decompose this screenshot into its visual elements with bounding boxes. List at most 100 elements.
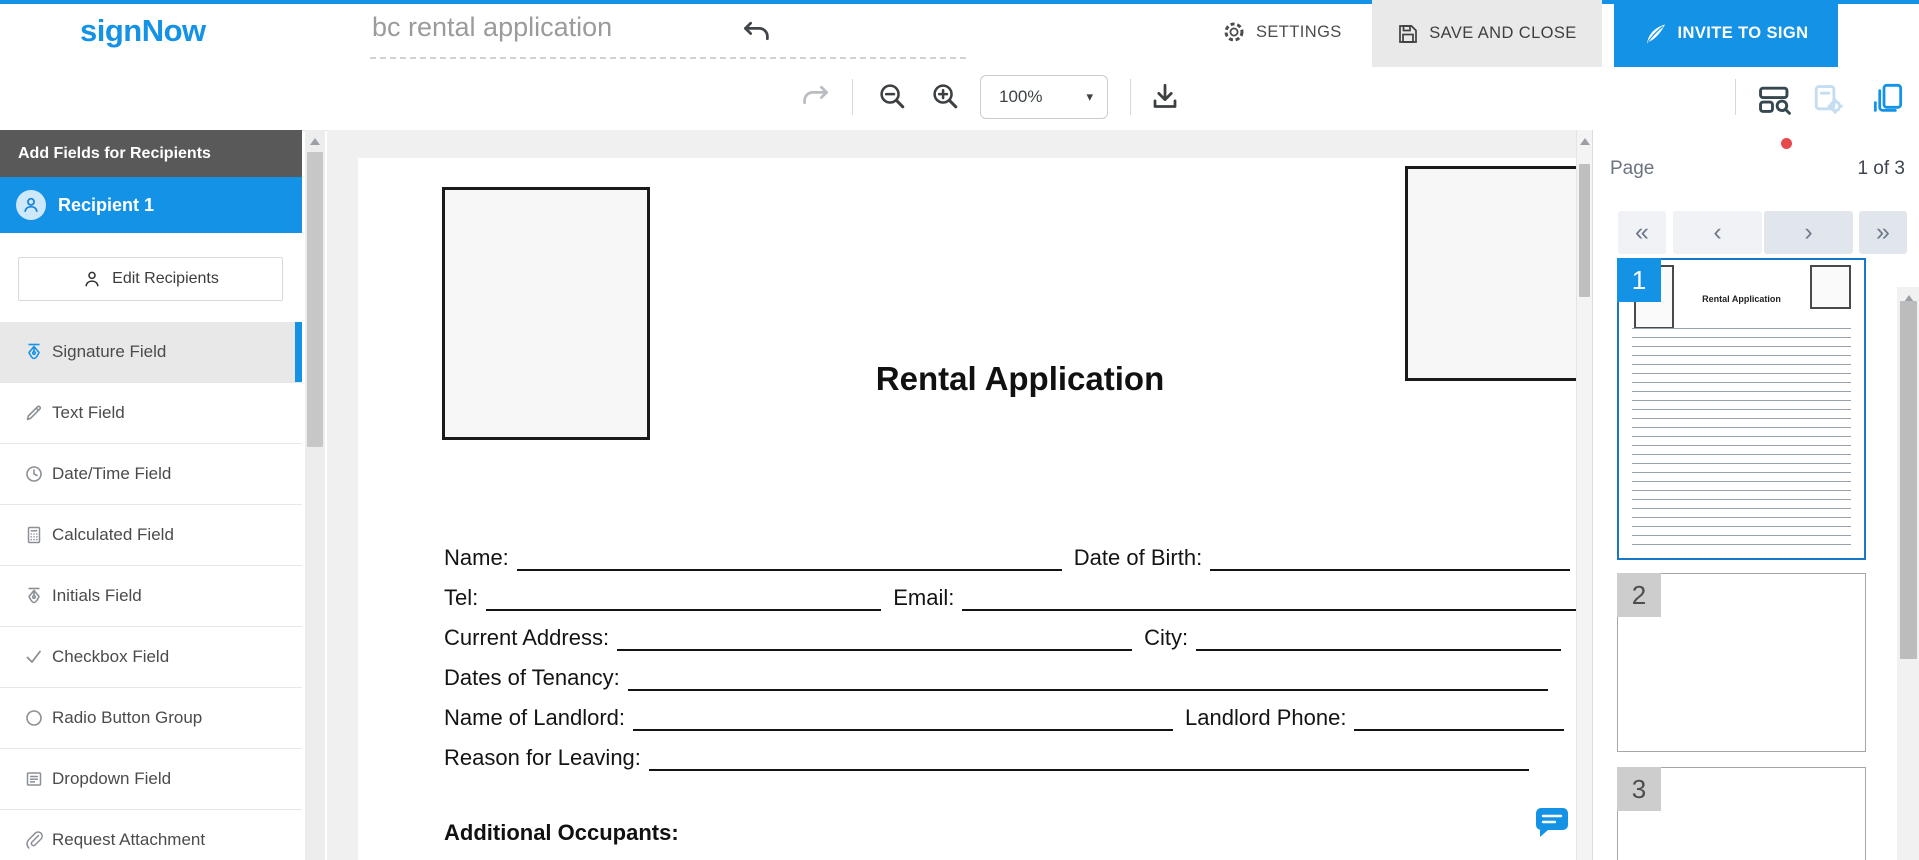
field-label: Landlord Phone: <box>1185 705 1354 731</box>
document-title-input[interactable]: bc rental application <box>372 12 612 43</box>
scrollbar-thumb[interactable] <box>307 152 323 447</box>
sidebar-item-radio-button-group[interactable]: Radio Button Group <box>0 688 302 749</box>
document-form-lines: Name:Date of Birth:Tel:Email:Current Add… <box>444 531 1576 771</box>
app-header: signNow bc rental application SETTINGS S… <box>0 0 1919 65</box>
settings-label: SETTINGS <box>1256 23 1342 42</box>
sidebar-scrollbar[interactable] <box>305 130 325 860</box>
invite-to-sign-label: INVITE TO SIGN <box>1678 24 1809 43</box>
document-settings-button[interactable] <box>1812 84 1844 114</box>
form-line: Name of Landlord: Landlord Phone: <box>444 691 1576 731</box>
dropdown-list-icon <box>24 769 44 789</box>
zoom-level-value: 100% <box>999 87 1042 107</box>
sidebar-item-dropdown-field[interactable]: Dropdown Field <box>0 749 302 810</box>
save-icon <box>1397 23 1419 45</box>
edit-recipients-label: Edit Recipients <box>112 270 219 288</box>
blank-line <box>617 621 1132 651</box>
page-thumbnail-2[interactable]: 2 <box>1617 573 1866 752</box>
duplicate-pages-button[interactable] <box>1872 82 1904 114</box>
sidebar-item-initials-field[interactable]: Initials Field <box>0 566 302 627</box>
field-label: Email: <box>893 585 962 611</box>
thumbnails-scrollbar[interactable] <box>1897 287 1919 860</box>
sidebar-item-checkbox-field[interactable]: Checkbox Field <box>0 627 302 688</box>
document-box-top-left <box>442 187 650 440</box>
blank-line <box>486 581 881 611</box>
sidebar-item-label: Radio Button Group <box>52 708 202 728</box>
field-label: Current Address: <box>444 625 617 651</box>
fields-sidebar: Add Fields for Recipients Recipient 1 Ed… <box>0 130 302 860</box>
invite-to-sign-button[interactable]: INVITE TO SIGN <box>1614 0 1838 67</box>
scroll-up-arrow-icon <box>310 138 320 145</box>
app-logo[interactable]: signNow <box>80 13 206 49</box>
document-scrollbar[interactable] <box>1576 130 1592 860</box>
field-label: Name: <box>444 545 517 571</box>
workspace: Add Fields for Recipients Recipient 1 Ed… <box>0 130 1919 860</box>
form-line: Current Address:City: <box>444 611 1576 651</box>
scrollbar-thumb[interactable] <box>1900 301 1917 659</box>
blank-line <box>628 661 1548 691</box>
sidebar-field-list: Signature Field Text Field Date/Time Field… <box>0 322 302 860</box>
page-label: Page <box>1610 158 1654 180</box>
organize-fields-button[interactable] <box>1758 84 1792 115</box>
page-indicator: 1 of 3 <box>1857 158 1905 180</box>
thumbnail-form-lines <box>1632 328 1851 546</box>
scroll-up-arrow-icon <box>1580 138 1590 145</box>
next-page-button[interactable]: › <box>1764 211 1853 254</box>
sidebar-item-label: Checkbox Field <box>52 647 169 667</box>
download-button[interactable] <box>1150 81 1180 112</box>
toolbar-separator <box>852 79 853 115</box>
document-heading: Rental Application <box>460 360 1576 398</box>
recipient-avatar <box>16 190 46 220</box>
document-page[interactable]: Rental Application Name:Date of Birth:Te… <box>358 158 1576 860</box>
form-line: Reason for Leaving: <box>444 731 1576 771</box>
pages-panel: Page 1 of 3 « ‹ › » 1 Rental Application… <box>1592 130 1919 860</box>
field-label: Tel: <box>444 585 486 611</box>
save-and-close-button[interactable]: SAVE AND CLOSE <box>1372 0 1602 67</box>
sidebar-item-label: Text Field <box>52 403 125 423</box>
notification-dot <box>1781 138 1792 149</box>
page-thumbnail-1[interactable]: 1 Rental Application <box>1617 258 1866 560</box>
sidebar-item-signature-field[interactable]: Signature Field <box>0 322 302 383</box>
zoom-in-button[interactable] <box>931 82 960 111</box>
undo-button[interactable] <box>742 19 772 47</box>
recipient-selector[interactable]: Recipient 1 <box>0 177 302 233</box>
field-label: Name of Landlord: <box>444 705 633 731</box>
zoom-out-button[interactable] <box>878 82 907 111</box>
blank-line <box>1354 701 1564 731</box>
signnow-editor: signNow bc rental application SETTINGS S… <box>0 0 1919 860</box>
sidebar-item-text-field[interactable]: Text Field <box>0 383 302 444</box>
zoom-level-dropdown[interactable]: 100% ▾ <box>980 75 1108 119</box>
person-icon <box>82 269 102 289</box>
initials-pen-icon <box>24 586 44 606</box>
signature-pen-icon <box>24 342 44 362</box>
scrollbar-thumb[interactable] <box>1579 164 1590 297</box>
field-label: Date of Birth: <box>1074 545 1210 571</box>
sidebar-item-calculated-field[interactable]: Calculated Field <box>0 505 302 566</box>
radio-circle-icon <box>24 708 44 728</box>
chevron-down-icon: ▾ <box>1086 89 1093 105</box>
sidebar-item-date-time-field[interactable]: Date/Time Field <box>0 444 302 505</box>
form-line: Tel: Email: <box>444 571 1576 611</box>
document-title-underline <box>370 53 966 59</box>
blank-line <box>649 741 1529 771</box>
first-page-button[interactable]: « <box>1618 211 1666 254</box>
sidebar-item-label: Calculated Field <box>52 525 174 545</box>
redo-button[interactable] <box>800 83 830 111</box>
previous-page-button[interactable]: ‹ <box>1673 211 1762 254</box>
chat-help-button[interactable] <box>1532 806 1572 842</box>
edit-recipients-button[interactable]: Edit Recipients <box>18 257 283 301</box>
form-line: Name: Date of Birth: <box>444 531 1576 571</box>
page-thumbnail-3[interactable]: 3 <box>1617 767 1866 860</box>
settings-button[interactable]: SETTINGS <box>1212 0 1352 64</box>
sidebar-item-label: Request Attachment <box>52 830 205 850</box>
calculator-icon <box>24 525 44 545</box>
page-number-badge: 2 <box>1617 573 1661 617</box>
editor-toolbar: 100% ▾ <box>0 64 1919 131</box>
blank-line <box>1210 541 1570 571</box>
sidebar-item-request-attachment[interactable]: Request Attachment <box>0 810 302 860</box>
sidebar-item-label: Dropdown Field <box>52 769 171 789</box>
last-page-button[interactable]: » <box>1859 211 1907 254</box>
document-canvas: Rental Application Name:Date of Birth:Te… <box>327 130 1576 860</box>
toolbar-separator <box>1130 79 1131 115</box>
save-and-close-label: SAVE AND CLOSE <box>1429 24 1576 43</box>
recipient-name: Recipient 1 <box>58 195 154 216</box>
